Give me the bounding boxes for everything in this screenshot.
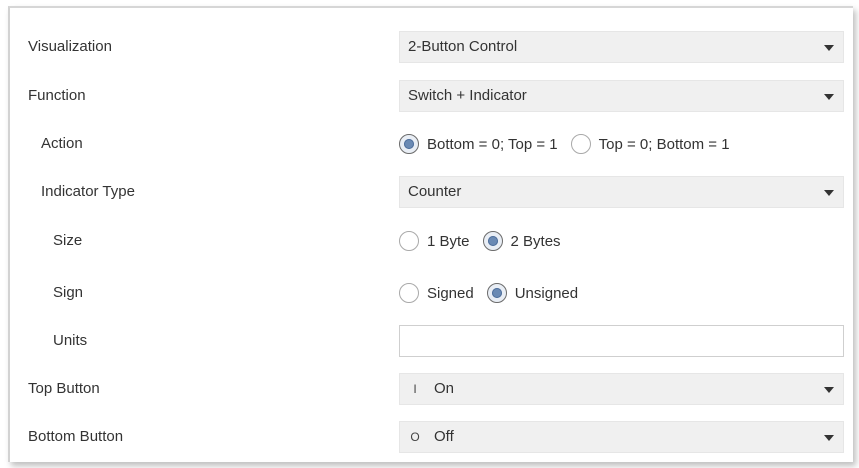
size-option-label: 1 Byte <box>427 232 470 250</box>
radio-selected-icon <box>486 283 507 303</box>
row-indicator-type: Indicator Type Counter <box>10 176 853 208</box>
chevron-down-icon <box>824 387 834 393</box>
radio-selected-icon <box>399 134 419 154</box>
radio-selected-icon <box>482 231 503 251</box>
row-top-button: Top Button I On <box>10 373 853 405</box>
top-button-dropdown[interactable]: I On <box>399 373 844 405</box>
chevron-down-icon <box>824 190 834 196</box>
power-on-icon: I <box>413 382 417 396</box>
radio-unselected-icon <box>399 231 419 251</box>
visualization-dropdown[interactable]: 2-Button Control <box>399 31 844 63</box>
row-action: Action Bottom = 0; Top = 1 Top = 0; Bott… <box>10 128 853 160</box>
indicator-type-value: Counter <box>408 183 462 200</box>
radio-unselected-icon <box>399 283 419 303</box>
sign-option-label: Unsigned <box>514 284 579 302</box>
row-visualization: Visualization 2-Button Control <box>10 31 853 63</box>
size-option-2-bytes[interactable]: 2 Bytes <box>482 231 561 251</box>
size-radio-group: 1 Byte 2 Bytes <box>399 225 574 257</box>
sign-option-signed[interactable]: Signed <box>399 283 474 303</box>
indicator-type-dropdown[interactable]: Counter <box>399 176 844 208</box>
radio-unselected-icon <box>570 134 591 154</box>
sign-label: Sign <box>53 284 84 301</box>
function-label: Function <box>28 87 86 104</box>
top-button-value-wrap: I On <box>408 374 454 404</box>
chevron-down-icon <box>824 435 834 441</box>
row-sign: Sign Signed Unsigned <box>10 277 853 309</box>
row-size: Size 1 Byte 2 Bytes <box>10 225 853 257</box>
units-label: Units <box>53 332 88 349</box>
row-function: Function Switch + Indicator <box>10 80 853 112</box>
bottom-button-value: Off <box>434 428 454 445</box>
chevron-down-icon <box>824 94 834 100</box>
visualization-value: 2-Button Control <box>408 38 518 55</box>
row-units: Units <box>10 325 853 357</box>
top-button-value: On <box>434 380 455 397</box>
action-option-label: Bottom = 0; Top = 1 <box>427 135 558 153</box>
action-option-bottom0-top1[interactable]: Bottom = 0; Top = 1 <box>399 134 558 154</box>
action-option-top0-bottom1[interactable]: Top = 0; Bottom = 1 <box>570 134 730 154</box>
action-radio-group: Bottom = 0; Top = 1 Top = 0; Bottom = 1 <box>399 128 743 160</box>
size-option-label: 2 Bytes <box>510 232 561 250</box>
chevron-down-icon <box>824 45 834 51</box>
size-label: Size <box>53 232 83 249</box>
visualization-label: Visualization <box>28 38 112 55</box>
function-value: Switch + Indicator <box>408 87 527 104</box>
size-option-1-byte[interactable]: 1 Byte <box>399 231 470 251</box>
action-label: Action <box>41 135 83 152</box>
row-bottom-button: Bottom Button O Off <box>10 421 853 453</box>
sign-option-label: Signed <box>427 284 474 302</box>
function-dropdown[interactable]: Switch + Indicator <box>399 80 844 112</box>
action-option-label: Top = 0; Bottom = 1 <box>598 135 730 153</box>
bottom-button-value-wrap: O Off <box>408 422 454 452</box>
sign-option-unsigned[interactable]: Unsigned <box>486 283 579 303</box>
power-off-icon: O <box>410 430 420 444</box>
bottom-button-label: Bottom Button <box>28 428 124 445</box>
top-button-label: Top Button <box>28 380 100 397</box>
parameter-panel: Visualization 2-Button Control Function … <box>8 6 853 462</box>
sign-radio-group: Signed Unsigned <box>399 277 591 309</box>
units-input[interactable] <box>399 325 844 357</box>
bottom-button-dropdown[interactable]: O Off <box>399 421 844 453</box>
indicator-type-label: Indicator Type <box>41 183 135 200</box>
